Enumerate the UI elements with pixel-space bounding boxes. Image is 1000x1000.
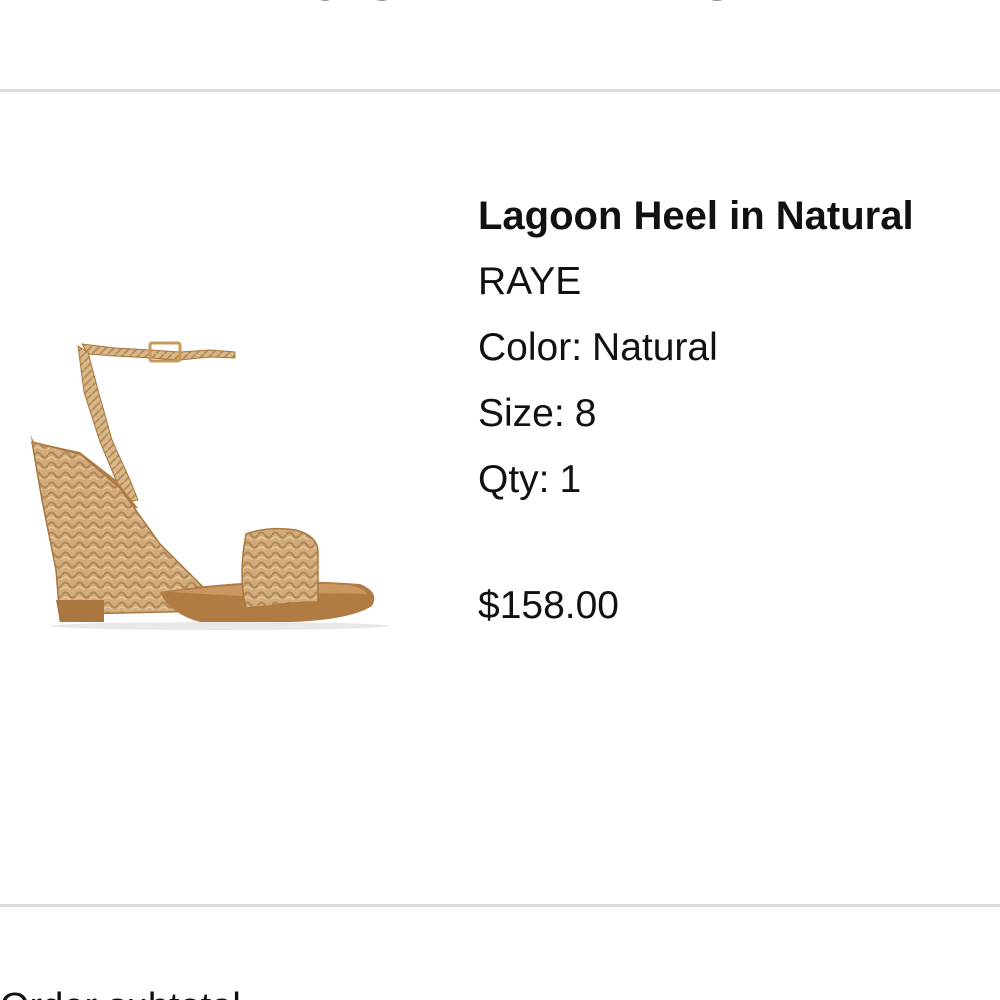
item-qty: Qty: 1: [478, 456, 993, 504]
top-divider: [0, 89, 1000, 92]
item-color: Color: Natural: [478, 324, 993, 372]
item-details: Lagoon Heel in Natural RAYE Color: Natura…: [478, 192, 993, 630]
section-heading: YOUR ITEMS: [0, 0, 1000, 10]
order-items-page: YOUR ITEMS: [0, 0, 1000, 1000]
bottom-divider: [0, 904, 1000, 907]
product-image[interactable]: [20, 330, 390, 630]
footer-text: Order subtotal: [0, 988, 300, 1000]
item-price: $158.00: [478, 584, 619, 627]
size-value: 8: [574, 392, 597, 435]
color-value: Natural: [592, 326, 718, 369]
item-size: Size: 8: [478, 390, 993, 438]
footer-partial-text: Order subtotal: [0, 988, 300, 1000]
item-brand: RAYE: [478, 260, 582, 303]
wedge-sandal-icon: [30, 341, 390, 630]
size-label: Size:: [478, 392, 565, 435]
qty-label: Qty:: [478, 458, 550, 501]
item-name[interactable]: Lagoon Heel in Natural: [478, 192, 993, 240]
color-label: Color:: [478, 326, 583, 369]
qty-value: 1: [559, 458, 582, 501]
